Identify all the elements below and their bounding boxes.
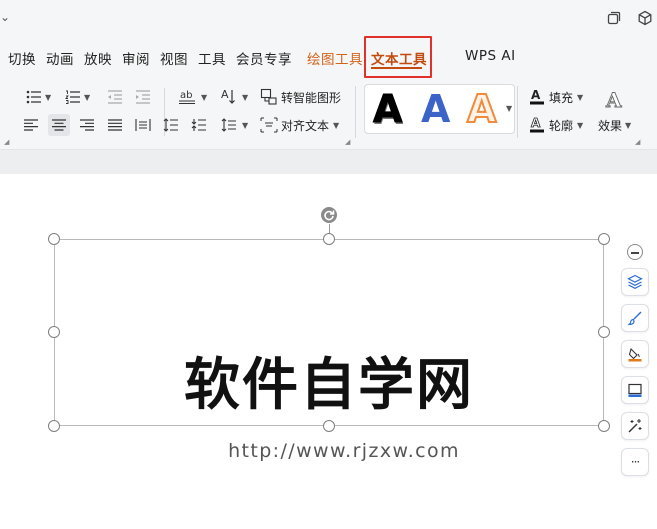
smart-shape-icon[interactable]	[258, 86, 280, 108]
align-center-icon[interactable]	[48, 114, 70, 136]
ribbon-divider	[355, 86, 356, 138]
rotate-handle-icon[interactable]	[320, 206, 338, 224]
paragraph-dialog-launcher-icon[interactable]: ◢	[4, 138, 9, 146]
text-outline-icon[interactable]: A	[526, 114, 548, 136]
effects-dialog-launcher-icon[interactable]: ◢	[635, 138, 640, 146]
decrease-indent-icon[interactable]	[104, 86, 126, 108]
resize-handle-top[interactable]	[323, 233, 335, 245]
resize-handle-left[interactable]	[48, 326, 60, 338]
bullet-list-icon[interactable]	[23, 86, 45, 108]
text-style-blue[interactable]: A	[421, 87, 450, 131]
numbered-list-dropdown-icon[interactable]: ▼	[84, 93, 90, 102]
distribute-icon[interactable]	[132, 114, 154, 136]
text-fill-icon[interactable]: A	[526, 86, 548, 108]
svg-text:ab: ab	[180, 90, 192, 101]
svg-text:A: A	[531, 88, 541, 102]
spacing-options-icon[interactable]	[218, 114, 240, 136]
numbered-list-icon[interactable]	[62, 86, 84, 108]
justify-icon[interactable]	[104, 114, 126, 136]
layers-icon	[627, 274, 643, 289]
more-icon: ···	[630, 455, 641, 469]
slide-title-text[interactable]: 软件自学网	[54, 350, 604, 422]
line-spacing-text-dropdown-icon[interactable]: ▼	[201, 93, 207, 102]
align-text-label[interactable]: 对齐文本	[281, 117, 329, 134]
tab-wps-ai[interactable]: WPS AI	[465, 48, 516, 64]
fill-dropdown-icon[interactable]: ▼	[577, 93, 583, 102]
svg-text:A: A	[605, 88, 622, 111]
workspace-gap	[0, 150, 657, 174]
tab-member[interactable]: 会员专享	[236, 48, 292, 68]
collapse-chevron-icon[interactable]: ⌄	[0, 10, 10, 24]
cube-icon[interactable]	[637, 10, 655, 28]
svg-text:A: A	[531, 116, 541, 130]
text-style-orange-outline[interactable]: A	[466, 86, 497, 132]
align-text-icon[interactable]	[258, 114, 280, 136]
bullet-list-dropdown-icon[interactable]: ▼	[45, 93, 51, 102]
increase-indent-icon[interactable]	[132, 86, 154, 108]
paragraph-spacing-icon[interactable]	[188, 114, 210, 136]
fill-bucket-icon	[628, 347, 642, 362]
style-gallery-more-icon[interactable]: ▼	[506, 104, 512, 113]
effects-label[interactable]: 效果	[598, 117, 622, 134]
brush-icon	[627, 311, 642, 326]
title-bar: ⌄	[0, 0, 657, 38]
tab-review[interactable]: 审阅	[122, 48, 150, 68]
tab-animations[interactable]: 动画	[46, 48, 74, 68]
collapse-toolbar-button[interactable]	[627, 244, 643, 260]
tab-tools[interactable]: 工具	[198, 48, 226, 68]
tab-view[interactable]: 视图	[160, 48, 188, 68]
tab-drawing-tools[interactable]: 绘图工具	[307, 48, 363, 68]
outline-label[interactable]: 轮廓	[549, 117, 573, 134]
magic-tools-icon	[628, 419, 642, 433]
text-style-gallery: A A A	[364, 84, 515, 134]
spacing-options-dropdown-icon[interactable]: ▼	[242, 121, 248, 130]
tab-slideshow[interactable]: 放映	[84, 48, 112, 68]
text-direction-icon[interactable]: A	[218, 86, 240, 108]
ribbon-divider	[517, 86, 518, 138]
brush-button[interactable]	[621, 304, 649, 332]
slide-url-text[interactable]: http://www.rjzxw.com	[54, 440, 634, 462]
svg-text:A: A	[221, 88, 229, 101]
align-left-icon[interactable]	[20, 114, 42, 136]
line-spacing-text-icon[interactable]: ab	[177, 86, 199, 108]
tab-transitions[interactable]: 切换	[8, 48, 36, 68]
menu-bar: 切换 动画 放映 审阅 视图 工具 会员专享 绘图工具 文本工具 WPS AI	[0, 38, 657, 103]
fill-bucket-button[interactable]	[621, 340, 649, 368]
text-direction-dropdown-icon[interactable]: ▼	[242, 93, 248, 102]
layers-button[interactable]	[621, 268, 649, 296]
text-style-black[interactable]: A	[372, 87, 402, 132]
screen-icon	[628, 383, 642, 397]
text-effects-icon[interactable]: A	[601, 86, 627, 112]
fill-label[interactable]: 填充	[549, 89, 573, 106]
outline-dropdown-icon[interactable]: ▼	[577, 121, 583, 130]
screen-button[interactable]	[621, 376, 649, 404]
line-spacing-icon[interactable]	[160, 114, 182, 136]
text-dialog-launcher-icon[interactable]: ◢	[345, 138, 350, 146]
magic-tools-button[interactable]	[621, 412, 649, 440]
resize-handle-right[interactable]	[598, 326, 610, 338]
resize-handle-top-right[interactable]	[598, 233, 610, 245]
align-right-icon[interactable]	[76, 114, 98, 136]
restore-window-icon[interactable]	[606, 10, 624, 28]
resize-handle-top-left[interactable]	[48, 233, 60, 245]
align-text-dropdown-icon[interactable]: ▼	[333, 121, 339, 130]
more-options-button[interactable]: ···	[621, 448, 649, 476]
effects-dropdown-icon[interactable]: ▼	[625, 121, 631, 130]
smart-shape-label[interactable]: 转智能图形	[281, 89, 341, 106]
highlight-box	[364, 36, 432, 78]
